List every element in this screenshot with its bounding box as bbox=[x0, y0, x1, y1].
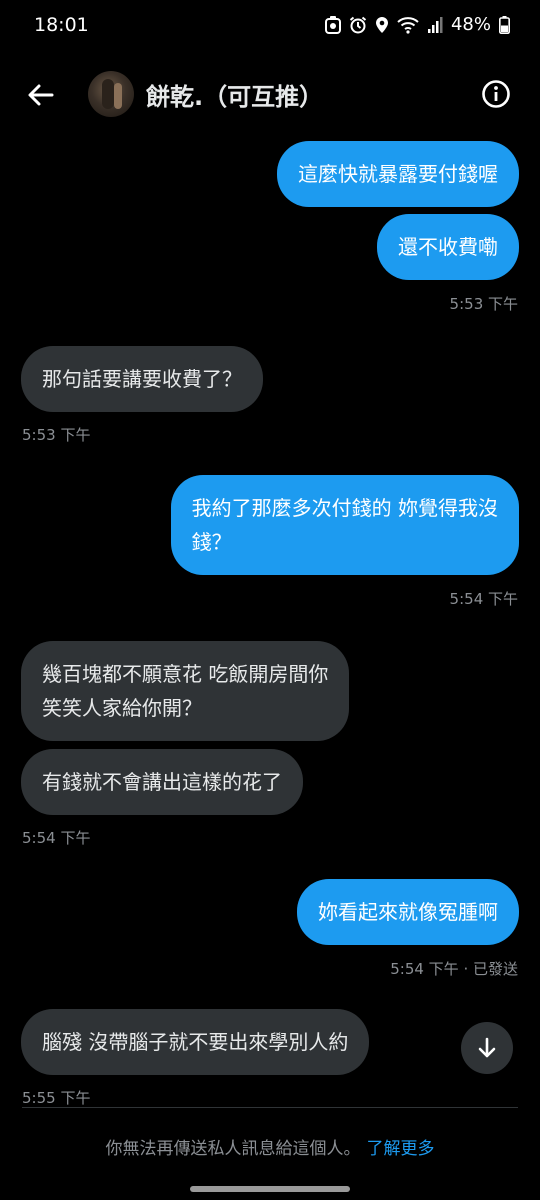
conversation-header: 餅乾.（可互推） bbox=[0, 62, 540, 126]
message-incoming[interactable]: 有錢就不會講出這樣的花了 bbox=[21, 749, 303, 815]
message-text: 那句話要講要收費了？ bbox=[42, 367, 242, 391]
message-outgoing[interactable]: 還不收費嘞 bbox=[377, 214, 519, 280]
arrow-down-icon bbox=[478, 1037, 496, 1058]
divider bbox=[22, 1107, 518, 1108]
battery-icon bbox=[499, 15, 510, 34]
signal-icon bbox=[427, 16, 443, 34]
message-text: 腦殘 沒帶腦子就不要出來學別人約 bbox=[42, 1030, 349, 1054]
message-timestamp: 5:55 下午 bbox=[22, 1089, 91, 1107]
message-incoming[interactable]: 腦殘 沒帶腦子就不要出來學別人約 bbox=[21, 1009, 370, 1075]
status-time: 18:01 bbox=[34, 14, 89, 36]
arrow-left-icon bbox=[28, 84, 54, 106]
app-icon bbox=[324, 15, 341, 34]
learn-more-link[interactable]: 了解更多 bbox=[367, 1139, 435, 1159]
message-outgoing[interactable]: 我約了那麼多次付錢的 妳覺得我沒 錢？ bbox=[170, 475, 519, 575]
message-text-line: 錢？ bbox=[191, 530, 232, 554]
home-indicator[interactable] bbox=[190, 1186, 350, 1192]
message-timestamp: 5:54 下午 bbox=[22, 829, 91, 847]
scroll-to-bottom-button[interactable] bbox=[461, 1022, 513, 1074]
message-timestamp: 5:53 下午 bbox=[449, 295, 518, 313]
message-text-line: 幾百塊都不願意花 吃飯開房間你 bbox=[42, 662, 329, 686]
message-status: 5:54 下午 · 已發送 bbox=[390, 960, 518, 978]
info-button[interactable] bbox=[480, 78, 512, 110]
message-incoming[interactable]: 幾百塊都不願意花 吃飯開房間你 笑笑人家給你開？ bbox=[21, 641, 350, 741]
message-timestamp: 5:54 下午 bbox=[449, 590, 518, 608]
dm-restricted-notice: 你無法再傳送私人訊息給這個人。 了解更多 bbox=[0, 1134, 540, 1159]
message-text: 有錢就不會講出這樣的花了 bbox=[42, 770, 282, 794]
status-bar: 18:01 48% bbox=[0, 0, 540, 54]
avatar[interactable] bbox=[88, 71, 134, 117]
message-timestamp: 5:53 下午 bbox=[22, 426, 91, 444]
contact-name[interactable]: 餅乾.（可互推） bbox=[146, 77, 323, 112]
battery-percent: 48% bbox=[450, 14, 491, 35]
alarm-icon bbox=[349, 16, 367, 34]
back-button[interactable] bbox=[24, 78, 58, 112]
message-text: 這麼快就暴露要付錢喔 bbox=[298, 162, 498, 186]
status-icons: 48% bbox=[324, 14, 510, 35]
message-outgoing[interactable]: 這麼快就暴露要付錢喔 bbox=[277, 141, 519, 207]
notice-text: 你無法再傳送私人訊息給這個人。 bbox=[105, 1139, 361, 1159]
message-outgoing[interactable]: 妳看起來就像冤腫啊 bbox=[297, 879, 519, 945]
wifi-icon bbox=[397, 16, 419, 34]
message-text-line: 我約了那麼多次付錢的 妳覺得我沒 bbox=[191, 496, 498, 520]
message-text: 還不收費嘞 bbox=[398, 235, 498, 259]
message-text-line: 笑笑人家給你開？ bbox=[42, 696, 202, 720]
location-icon bbox=[375, 16, 389, 34]
info-icon bbox=[482, 80, 510, 108]
message-text: 妳看起來就像冤腫啊 bbox=[318, 900, 498, 924]
message-incoming[interactable]: 那句話要講要收費了？ bbox=[21, 346, 263, 412]
